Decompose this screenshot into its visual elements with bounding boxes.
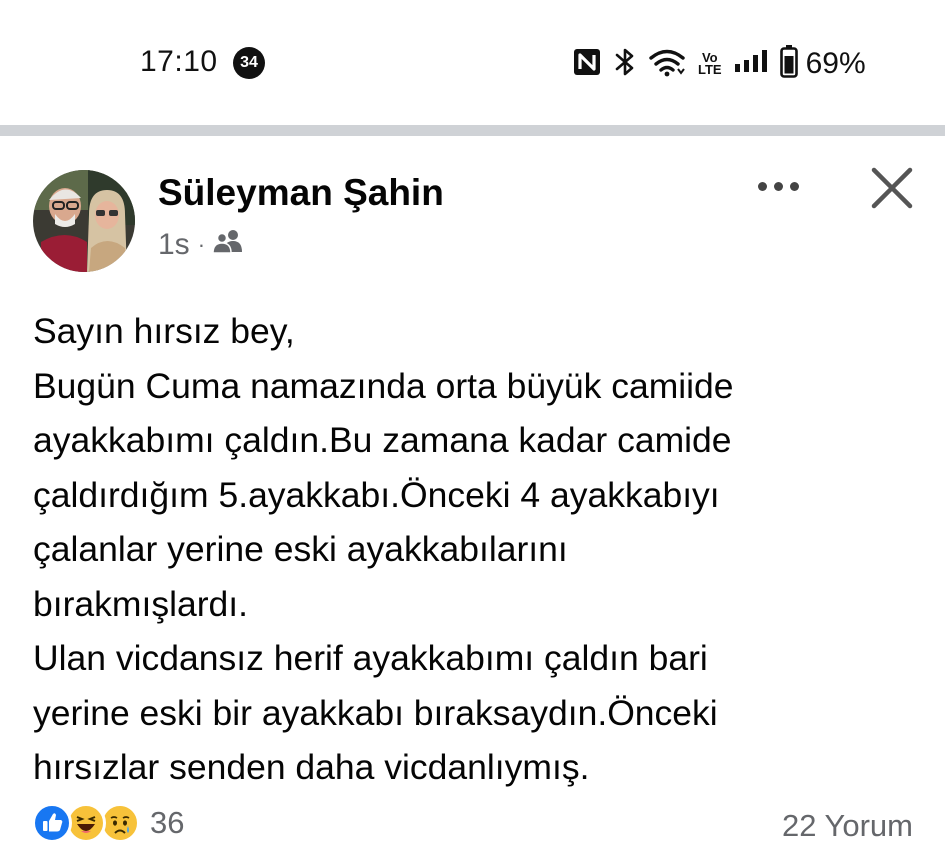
- close-button[interactable]: [866, 162, 918, 214]
- status-icons: Vo LTE 69%: [572, 44, 866, 84]
- post-author-name[interactable]: Süleyman Şahin: [158, 172, 444, 214]
- post-text-line: Sayın hırsız bey,: [33, 311, 295, 351]
- more-options-button[interactable]: [748, 172, 808, 200]
- post-text-line: hırsızlar senden daha vicdanlıymış.: [33, 747, 590, 787]
- battery-icon: [779, 44, 798, 84]
- post-card: Süleyman Şahin 1s · Sayın hırsız bey, Bu…: [0, 136, 945, 862]
- sad-icon: [100, 803, 140, 843]
- comments-count-link[interactable]: 22 Yorum: [782, 808, 913, 844]
- post-text: Sayın hırsız bey, Bugün Cuma namazında o…: [33, 304, 923, 795]
- reaction-count: 36: [150, 805, 185, 840]
- post-text-line: Ulan vicdansız herif ayakkabımı çaldın b…: [33, 638, 708, 678]
- volte-bottom-label: LTE: [698, 62, 722, 77]
- signal-icon: [734, 49, 768, 80]
- wifi-icon: [648, 47, 686, 82]
- post-text-line: yerine eski bir ayakkabı bıraksaydın.Önc…: [33, 692, 718, 733]
- bluetooth-icon: [614, 46, 636, 83]
- status-time: 17:10: [140, 45, 218, 78]
- notification-badge: 34: [233, 47, 265, 79]
- haha-icon: [66, 803, 106, 843]
- post-meta: 1s ·: [158, 228, 243, 262]
- dot-icon: [773, 181, 783, 191]
- battery-percent: 69%: [805, 47, 866, 80]
- volte-icon: Vo LTE: [698, 51, 722, 77]
- friends-icon: [212, 228, 243, 262]
- post-text-line: Bugün Cuma namazında orta büyük camiide: [33, 365, 734, 406]
- reactions-summary[interactable]: 36: [32, 803, 184, 843]
- feed-divider: [0, 125, 945, 136]
- close-icon: [871, 167, 913, 209]
- meta-separator: ·: [197, 232, 206, 257]
- status-bar: 17:10 34 Vo LTE 69%: [0, 0, 945, 125]
- post-text-line: ayakkabımı çaldın.Bu zamana kadar camide: [33, 420, 732, 460]
- like-icon: [32, 803, 72, 843]
- dot-icon: [757, 181, 767, 191]
- post-time[interactable]: 1s: [158, 228, 190, 262]
- dot-icon: [789, 181, 799, 191]
- post-text-line: çalanlar yerine eski ayakkabılarını: [33, 529, 568, 569]
- nfc-icon: [572, 47, 602, 82]
- post-text-line: bırakmışlardı.: [33, 583, 249, 624]
- avatar[interactable]: [33, 170, 135, 272]
- post-text-line: çaldırdığım 5.ayakkabı.Önceki 4 ayakkabı…: [33, 474, 720, 515]
